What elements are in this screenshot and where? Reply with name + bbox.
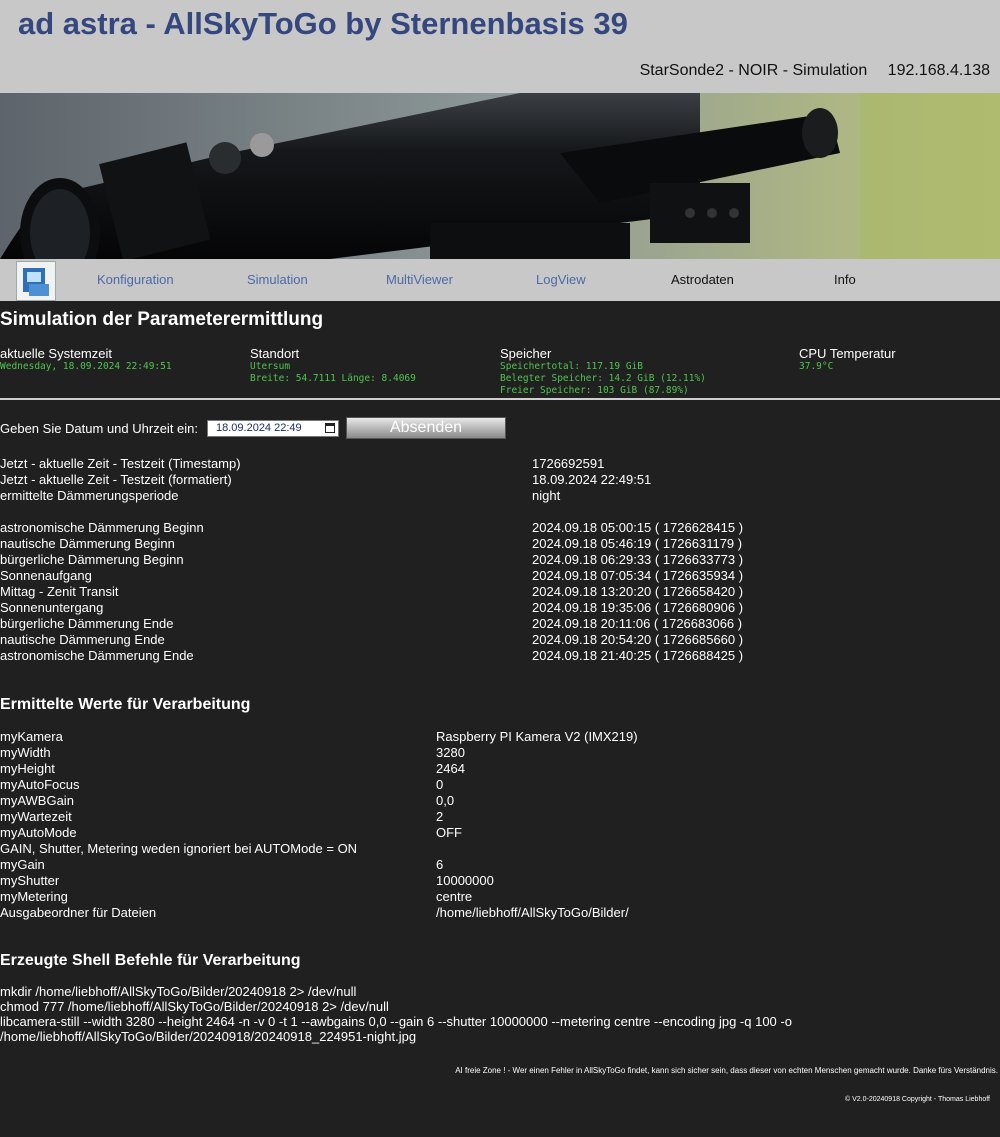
stat-value: Belegter Speicher: 14.2 GiB (12.11%) xyxy=(500,373,706,384)
row-label: Sonnenaufgang xyxy=(0,568,92,583)
row-label: nautische Dämmerung Beginn xyxy=(0,536,175,551)
row-label: GAIN, Shutter, Metering weden ignoriert … xyxy=(0,841,358,856)
row-label: myKamera xyxy=(0,729,63,744)
device-info: StarSonde2 - NOIR - Simulation 192.168.4… xyxy=(640,62,990,80)
stat-standort: Standort Utersum Breite: 54.7111 Länge: … xyxy=(250,346,416,385)
row-label: myMetering xyxy=(0,889,68,904)
row-label: bürgerliche Dämmerung Beginn xyxy=(0,552,184,567)
row-value: 2464 xyxy=(436,761,465,776)
row-value: 0 xyxy=(436,777,444,792)
row-value: 2024.09.18 19:35:06 ( 1726680906 ) xyxy=(532,600,744,615)
stat-heading: CPU Temperatur xyxy=(799,346,896,361)
submit-button[interactable]: Absenden xyxy=(346,417,506,439)
page-title: Simulation der Parameterermittlung xyxy=(0,309,324,330)
row-label: myAutoFocus xyxy=(0,777,80,792)
row-value: OFF xyxy=(436,825,462,840)
banner-image xyxy=(0,93,1000,259)
row-value: 2024.09.18 06:29:33 ( 1726633773 ) xyxy=(532,552,744,567)
nav-logview[interactable]: LogView xyxy=(536,272,586,287)
row-label: myAutoMode xyxy=(0,825,77,840)
row-value: night xyxy=(532,488,561,503)
nav-konfiguration[interactable]: Konfiguration xyxy=(97,272,174,287)
row-value: 10000000 xyxy=(436,873,494,888)
row-label: astronomische Dämmerung Ende xyxy=(0,648,194,663)
row-value: 3280 xyxy=(436,745,465,760)
values-heading: Ermittelte Werte für Verarbeitung xyxy=(0,696,251,713)
divider xyxy=(0,398,1000,400)
date-time-value: 18.09.2024 22:49 xyxy=(216,422,302,434)
nav-simulation[interactable]: Simulation xyxy=(247,272,308,287)
footer-note: AI freie Zone ! - Wer einen Fehler in Al… xyxy=(455,1066,998,1075)
stat-cpu: CPU Temperatur 37.9°C xyxy=(799,346,896,373)
row-value: 2024.09.18 13:20:20 ( 1726658420 ) xyxy=(532,584,744,599)
row-label: Ausgabeordner für Dateien xyxy=(0,905,157,920)
nav-bar: Konfiguration Simulation MultiViewer Log… xyxy=(0,259,1000,301)
row-label: myWidth xyxy=(0,745,51,760)
shell-line: mkdir /home/liebhoff/AllSkyToGo/Bilder/2… xyxy=(0,984,357,999)
stat-value: Breite: 54.7111 Länge: 8.4069 xyxy=(250,373,416,384)
row-value: /home/liebhoff/AllSkyToGo/Bilder/ xyxy=(436,905,629,920)
app-logo-icon[interactable] xyxy=(16,261,56,301)
row-label: nautische Dämmerung Ende xyxy=(0,632,165,647)
row-value: 1726692591 xyxy=(532,456,605,471)
copyright: © V2.0-20240918 Copyright - Thomas Liebh… xyxy=(845,1096,990,1103)
shell-heading: Erzeugte Shell Befehle für Verarbeitung xyxy=(0,952,301,969)
row-label: Jetzt - aktuelle Zeit - Testzeit (Timest… xyxy=(0,456,241,471)
device-ip: 192.168.4.138 xyxy=(887,62,990,79)
nav-multiviewer[interactable]: MultiViewer xyxy=(386,272,453,287)
row-label: astronomische Dämmerung Beginn xyxy=(0,520,204,535)
row-value: 2024.09.18 20:54:20 ( 1726685660 ) xyxy=(532,632,744,647)
row-value: Raspberry PI Kamera V2 (IMX219) xyxy=(436,729,638,744)
row-value: 18.09.2024 22:49:51 xyxy=(532,472,652,487)
row-label: myGain xyxy=(0,857,45,872)
date-form-label: Geben Sie Datum und Uhrzeit ein: xyxy=(0,421,198,436)
row-label: Mittag - Zenit Transit xyxy=(0,584,119,599)
row-value: 0,0 xyxy=(436,793,455,808)
row-value: 2 xyxy=(436,809,444,824)
row-label: myHeight xyxy=(0,761,55,776)
calendar-icon[interactable] xyxy=(325,423,335,433)
stat-heading: aktuelle Systemzeit xyxy=(0,346,112,361)
row-label: myWartezeit xyxy=(0,809,72,824)
header: ad astra - AllSkyToGo by Sternenbasis 39… xyxy=(0,0,1000,93)
stat-value: Freier Speicher: 103 GiB (87.89%) xyxy=(500,385,689,396)
app-title: ad astra - AllSkyToGo by Sternenbasis 39 xyxy=(18,6,628,41)
stat-value: Utersum xyxy=(250,361,291,372)
shell-line: libcamera-still --width 3280 --height 24… xyxy=(0,1014,792,1029)
row-label: myShutter xyxy=(0,873,60,888)
nav-astrodaten[interactable]: Astrodaten xyxy=(671,272,734,287)
row-value: 6 xyxy=(436,857,444,872)
stat-value: 37.9°C xyxy=(799,361,834,372)
nav-info[interactable]: Info xyxy=(834,272,856,287)
stat-heading: Standort xyxy=(250,346,300,361)
shell-line: /home/liebhoff/AllSkyToGo/Bilder/2024091… xyxy=(0,1029,417,1044)
device-name: StarSonde2 - NOIR - Simulation xyxy=(639,62,868,79)
stat-value: Speichertotal: 117.19 GiB xyxy=(500,361,643,372)
row-value: 2024.09.18 21:40:25 ( 1726688425 ) xyxy=(532,648,744,663)
row-label: bürgerliche Dämmerung Ende xyxy=(0,616,174,631)
row-value: 2024.09.18 07:05:34 ( 1726635934 ) xyxy=(532,568,744,583)
stat-heading: Speicher xyxy=(500,346,552,361)
row-label: Sonnenuntergang xyxy=(0,600,104,615)
row-value: 2024.09.18 05:46:19 ( 1726631179 ) xyxy=(532,536,743,551)
row-value: 2024.09.18 05:00:15 ( 1726628415 ) xyxy=(532,520,744,535)
row-value: centre xyxy=(436,889,473,904)
row-label: ermittelte Dämmerungsperiode xyxy=(0,488,179,503)
telescope-illustration xyxy=(0,93,1000,259)
date-time-input[interactable]: 18.09.2024 22:49 xyxy=(207,420,339,437)
stat-systemzeit: aktuelle Systemzeit Wednesday, 18.09.202… xyxy=(0,346,172,373)
row-value: 2024.09.18 20:11:06 ( 1726683066 ) xyxy=(532,616,743,631)
stat-value: Wednesday, 18.09.2024 22:49:51 xyxy=(0,361,172,372)
row-label: myAWBGain xyxy=(0,793,74,808)
row-label: Jetzt - aktuelle Zeit - Testzeit (format… xyxy=(0,472,232,487)
stat-speicher: Speicher Speichertotal: 117.19 GiB Beleg… xyxy=(500,346,706,397)
shell-line: chmod 777 /home/liebhoff/AllSkyToGo/Bild… xyxy=(0,999,389,1014)
